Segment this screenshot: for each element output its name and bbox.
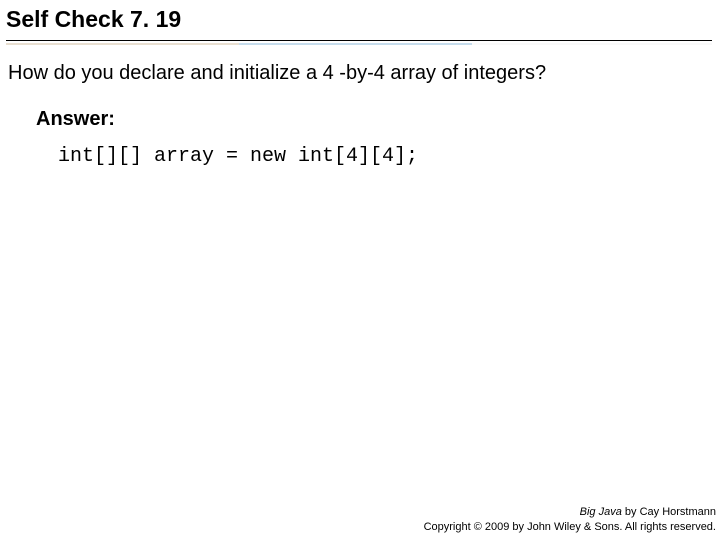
answer-block: Answer: int[][] array = new int[4][4]; xyxy=(0,86,720,168)
answer-label: Answer: xyxy=(36,108,710,131)
author-text: by Cay Horstmann xyxy=(622,506,716,518)
answer-code: int[][] array = new int[4][4]; xyxy=(36,131,710,168)
title-underline xyxy=(6,40,712,41)
title-block: Self Check 7. 19 xyxy=(0,0,720,45)
title-accent-bar xyxy=(6,43,712,45)
slide: Self Check 7. 19 How do you declare and … xyxy=(0,0,720,540)
footer-line-1: Big Java by Cay Horstmann xyxy=(424,505,716,519)
question-text: How do you declare and initialize a 4 -b… xyxy=(0,45,720,86)
copyright-text: Copyright © 2009 by John Wiley & Sons. A… xyxy=(424,520,716,534)
book-title: Big Java xyxy=(580,506,622,518)
footer: Big Java by Cay Horstmann Copyright © 20… xyxy=(424,505,716,534)
slide-title: Self Check 7. 19 xyxy=(6,6,712,34)
